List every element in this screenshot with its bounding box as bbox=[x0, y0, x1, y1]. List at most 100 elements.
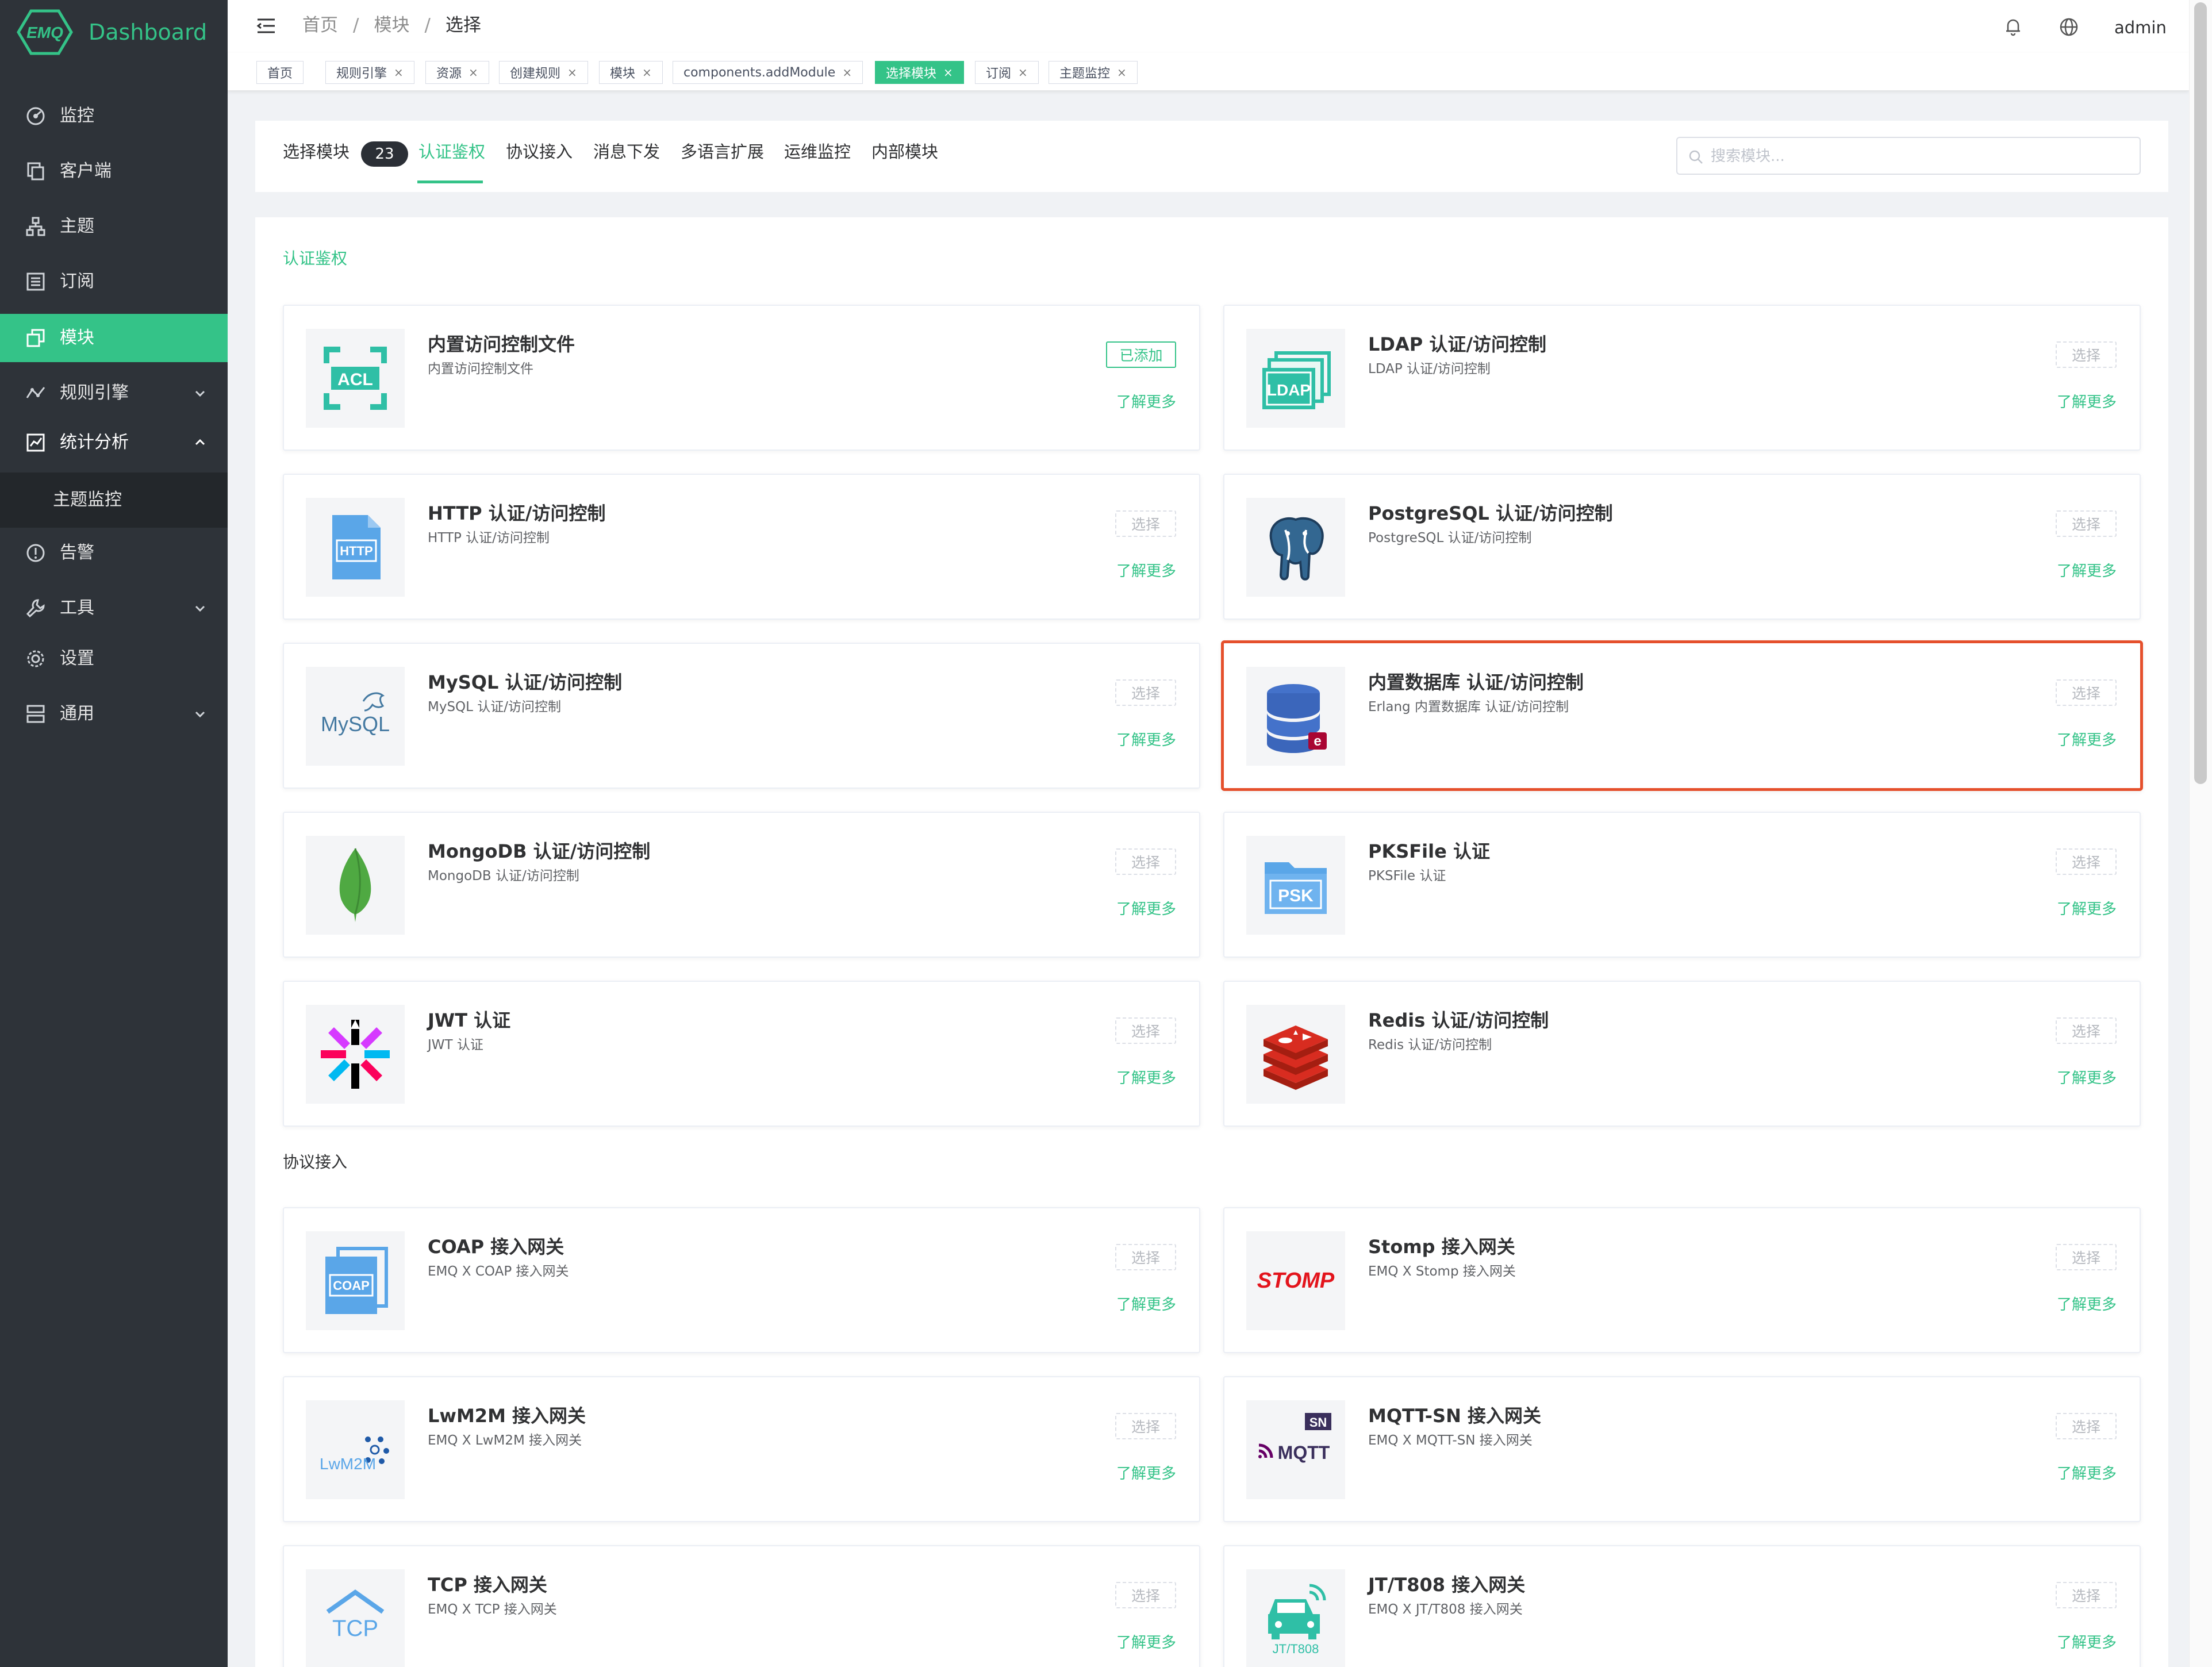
sidebar-item-topics[interactable]: 主题 bbox=[0, 202, 228, 251]
breadcrumb-home[interactable]: 首页 bbox=[302, 14, 338, 37]
search-input[interactable] bbox=[1711, 144, 2113, 169]
select-button[interactable]: 选择 bbox=[1115, 848, 1176, 875]
tag-subscriptions[interactable]: 订阅 × bbox=[975, 61, 1039, 84]
learn-more-link[interactable]: 了解更多 bbox=[2057, 561, 2117, 582]
select-button[interactable]: 选择 bbox=[2056, 1582, 2117, 1608]
module-card-jwt[interactable]: JWT 认证 JWT 认证 选择 了解更多 bbox=[283, 981, 1200, 1127]
user-menu[interactable]: admin bbox=[2114, 16, 2167, 39]
close-icon[interactable]: × bbox=[642, 66, 652, 79]
brand-logo[interactable]: EMQ Dashboard bbox=[16, 8, 207, 56]
module-card-http[interactable]: HTTP HTTP 认证/访问控制 HTTP 认证/访问控制 选择 了解更多 bbox=[283, 474, 1200, 620]
tab-protocols[interactable]: 协议接入 bbox=[506, 140, 573, 163]
acl-icon: ACL bbox=[324, 347, 387, 410]
lwm2m-icon: LwM2M bbox=[320, 1436, 389, 1473]
module-added-button[interactable]: 已添加 bbox=[1106, 341, 1176, 368]
learn-more-link[interactable]: 了解更多 bbox=[1116, 730, 1176, 751]
tag-rule-engine[interactable]: 规则引擎 × bbox=[325, 61, 414, 84]
tab-auth[interactable]: 认证鉴权 bbox=[418, 140, 485, 163]
sidebar-item-tools[interactable]: 工具 bbox=[0, 584, 228, 632]
select-button[interactable]: 选择 bbox=[1115, 679, 1176, 706]
sidebar-item-rule-engine[interactable]: 规则引擎 bbox=[0, 369, 228, 417]
select-button[interactable]: 选择 bbox=[1115, 1244, 1176, 1270]
close-icon[interactable]: × bbox=[1018, 66, 1028, 79]
tag-resources[interactable]: 资源 × bbox=[425, 61, 489, 84]
close-icon[interactable]: × bbox=[394, 66, 404, 79]
tag-topic-monitor[interactable]: 主题监控 × bbox=[1049, 61, 1138, 84]
close-icon[interactable]: × bbox=[1117, 66, 1127, 79]
select-button[interactable]: 选择 bbox=[2056, 1244, 2117, 1270]
select-button[interactable]: 选择 bbox=[1115, 1017, 1176, 1044]
globe-icon[interactable] bbox=[2059, 17, 2079, 37]
active-tab-indicator bbox=[417, 180, 483, 183]
module-card-coap[interactable]: COAP COAP 接入网关 EMQ X COAP 接入网关 选择 了解更多 bbox=[283, 1207, 1200, 1353]
learn-more-link[interactable]: 了解更多 bbox=[1116, 392, 1176, 413]
sidebar-item-monitor[interactable]: 监控 bbox=[0, 92, 228, 140]
module-card-pksfile[interactable]: PSK PKSFile 认证 PKSFile 认证 选择 了解更多 bbox=[1223, 812, 2141, 958]
bell-icon[interactable] bbox=[2003, 16, 2023, 37]
learn-more-link[interactable]: 了解更多 bbox=[1116, 1464, 1176, 1484]
module-card-acl[interactable]: ACL 内置访问控制文件 内置访问控制文件 已添加 了解更多 bbox=[283, 305, 1200, 451]
learn-more-link[interactable]: 了解更多 bbox=[1116, 561, 1176, 582]
module-card-postgresql[interactable]: PostgreSQL 认证/访问控制 PostgreSQL 认证/访问控制 选择… bbox=[1223, 474, 2141, 620]
sidebar-item-settings[interactable]: 设置 bbox=[0, 635, 228, 683]
learn-more-link[interactable]: 了解更多 bbox=[1116, 1633, 1176, 1653]
select-button[interactable]: 选择 bbox=[2056, 1017, 2117, 1044]
page-scrollbar[interactable] bbox=[2189, 0, 2212, 1667]
sidebar-item-clients[interactable]: 客户端 bbox=[0, 147, 228, 195]
sidebar-item-subscriptions[interactable]: 订阅 bbox=[0, 258, 228, 306]
learn-more-link[interactable]: 了解更多 bbox=[2057, 392, 2117, 413]
module-search[interactable] bbox=[1676, 137, 2141, 175]
sidebar-item-modules[interactable]: 模块 bbox=[0, 314, 228, 362]
tab-message-delivery[interactable]: 消息下发 bbox=[593, 140, 660, 163]
breadcrumb-modules[interactable]: 模块 bbox=[374, 14, 409, 37]
select-button[interactable]: 选择 bbox=[1115, 1582, 1176, 1608]
sidebar-subitem-topic-monitor[interactable]: 主题监控 bbox=[0, 473, 228, 528]
close-icon[interactable]: × bbox=[842, 66, 852, 79]
scrollbar-thumb[interactable] bbox=[2194, 2, 2207, 784]
select-button[interactable]: 选择 bbox=[2056, 341, 2117, 368]
module-card-mongodb[interactable]: MongoDB 认证/访问控制 MongoDB 认证/访问控制 选择 了解更多 bbox=[283, 812, 1200, 958]
tab-ops-monitoring[interactable]: 运维监控 bbox=[784, 140, 851, 163]
close-icon[interactable]: × bbox=[468, 66, 478, 79]
select-button[interactable]: 选择 bbox=[1115, 510, 1176, 537]
sidebar-item-alarms[interactable]: 告警 bbox=[0, 529, 228, 577]
select-button[interactable]: 选择 bbox=[2056, 679, 2117, 706]
module-card-tcp[interactable]: TCP TCP 接入网关 EMQ X TCP 接入网关 选择 了解更多 bbox=[283, 1545, 1200, 1667]
select-button[interactable]: 选择 bbox=[2056, 848, 2117, 875]
module-title: COAP 接入网关 bbox=[428, 1236, 564, 1258]
select-button[interactable]: 选择 bbox=[2056, 1413, 2117, 1439]
module-card-stomp[interactable]: STOMP Stomp 接入网关 EMQ X Stomp 接入网关 选择 了解更… bbox=[1223, 1207, 2141, 1353]
tab-internal-modules[interactable]: 内部模块 bbox=[871, 140, 938, 163]
module-card-redis[interactable]: Redis 认证/访问控制 Redis 认证/访问控制 选择 了解更多 bbox=[1223, 981, 2141, 1127]
close-icon[interactable]: × bbox=[943, 66, 953, 79]
learn-more-link[interactable]: 了解更多 bbox=[2057, 1295, 2117, 1315]
menu-toggle-icon[interactable] bbox=[256, 17, 276, 34]
jt808-icon: JT/T808 bbox=[1268, 1584, 1326, 1656]
module-card-mysql[interactable]: MySQL MySQL 认证/访问控制 MySQL 认证/访问控制 选择 了解更… bbox=[283, 643, 1200, 789]
module-card-builtin-database[interactable]: e 内置数据库 认证/访问控制 Erlang 内置数据库 认证/访问控制 选择 … bbox=[1221, 640, 2143, 791]
sidebar-item-general[interactable]: 通用 bbox=[0, 690, 228, 738]
learn-more-link[interactable]: 了解更多 bbox=[2057, 899, 2117, 920]
learn-more-link[interactable]: 了解更多 bbox=[2057, 1633, 2117, 1653]
chevron-down-icon bbox=[195, 605, 205, 612]
select-button[interactable]: 选择 bbox=[1115, 1413, 1176, 1439]
tag-select-module[interactable]: 选择模块 × bbox=[875, 61, 964, 84]
module-card-jt808[interactable]: JT/T808 JT/T808 接入网关 EMQ X JT/T808 接入网关 … bbox=[1223, 1545, 2141, 1667]
learn-more-link[interactable]: 了解更多 bbox=[1116, 1295, 1176, 1315]
select-button[interactable]: 选择 bbox=[2056, 510, 2117, 537]
tag-modules[interactable]: 模块 × bbox=[599, 61, 663, 84]
tag-create-rule[interactable]: 创建规则 × bbox=[499, 61, 588, 84]
module-card-lwm2m[interactable]: LwM2M LwM2M 接入网关 EMQ X LwM2M 接入网关 选择 了解更… bbox=[283, 1376, 1200, 1522]
learn-more-link[interactable]: 了解更多 bbox=[2057, 730, 2117, 751]
learn-more-link[interactable]: 了解更多 bbox=[2057, 1464, 2117, 1484]
learn-more-link[interactable]: 了解更多 bbox=[1116, 1068, 1176, 1089]
learn-more-link[interactable]: 了解更多 bbox=[1116, 899, 1176, 920]
tab-multi-language[interactable]: 多语言扩展 bbox=[681, 140, 764, 163]
tag-home[interactable]: 首页 bbox=[256, 61, 304, 84]
module-card-mqtt-sn[interactable]: SN MQTT MQTT-SN 接入网关 EMQ X MQTT-SN 接入网关 … bbox=[1223, 1376, 2141, 1522]
tag-add-module[interactable]: components.addModule × bbox=[673, 61, 863, 84]
sidebar-item-analysis[interactable]: 统计分析 bbox=[0, 418, 228, 467]
learn-more-link[interactable]: 了解更多 bbox=[2057, 1068, 2117, 1089]
module-card-ldap[interactable]: LDAP LDAP 认证/访问控制 LDAP 认证/访问控制 选择 了解更多 bbox=[1223, 305, 2141, 451]
close-icon[interactable]: × bbox=[567, 66, 577, 79]
